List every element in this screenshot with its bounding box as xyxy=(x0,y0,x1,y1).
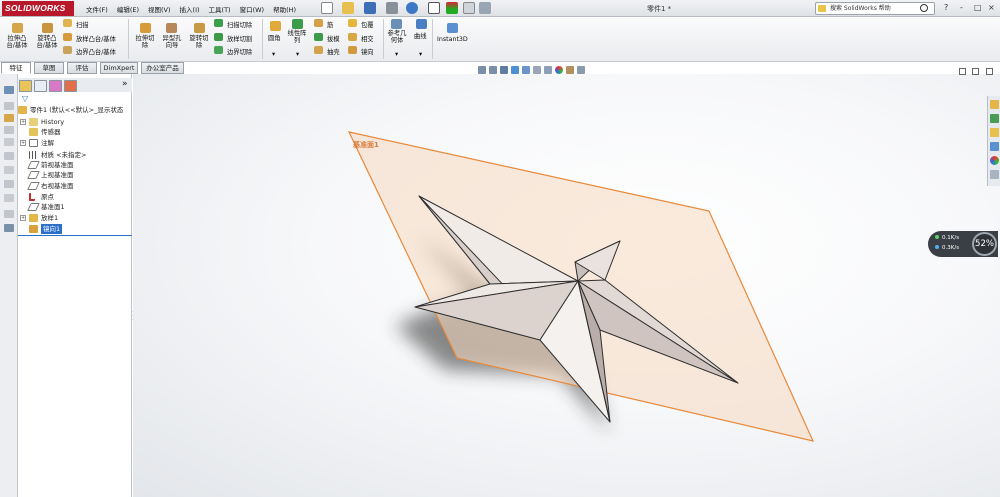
plane-label[interactable]: 基准面1 xyxy=(353,140,379,150)
download-dot-icon xyxy=(935,245,939,249)
network-speed-widget[interactable]: 0.1K/s 0.3K/s 52% xyxy=(928,231,998,257)
usage-percent: 52% xyxy=(972,232,997,256)
upload-rate: 0.1K/s xyxy=(935,235,959,241)
upload-dot-icon xyxy=(935,235,939,239)
download-rate: 0.3K/s xyxy=(935,245,959,251)
model-scene xyxy=(347,131,815,442)
